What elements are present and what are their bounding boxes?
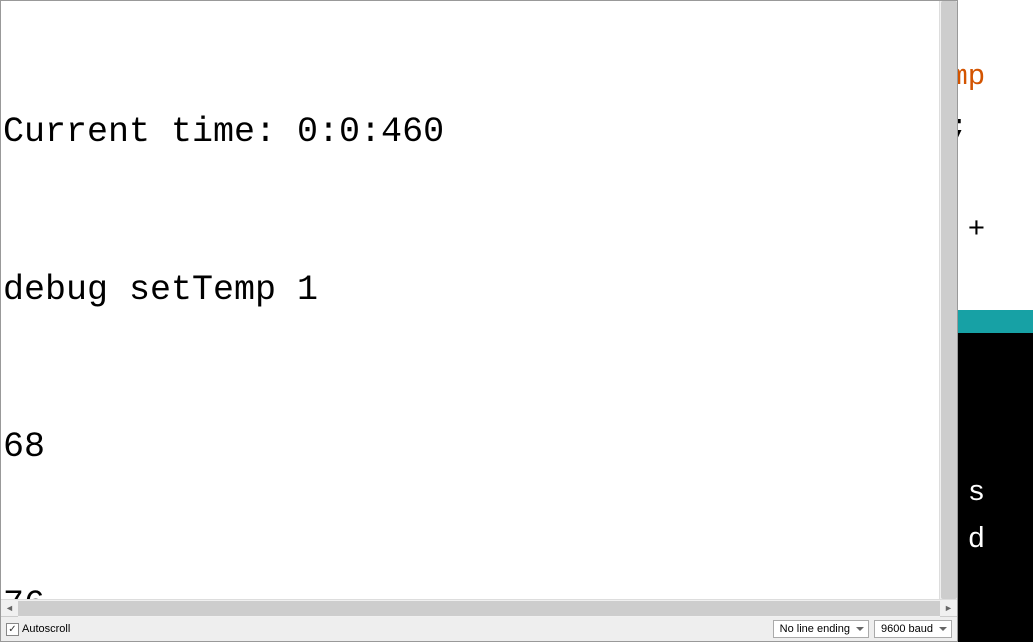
serial-line: 68	[3, 421, 957, 474]
baud-rate-selected: 9600 baud	[881, 623, 933, 635]
scroll-left-arrow-icon[interactable]: ◄	[1, 600, 18, 617]
serial-line: 76	[3, 579, 957, 600]
horizontal-scrollbar[interactable]: ◄ ►	[1, 599, 957, 616]
serial-monitor-window: Current time: 0:0:460 debug setTemp 1 68…	[0, 0, 958, 642]
line-ending-selected: No line ending	[780, 623, 850, 635]
horizontal-scrollbar-track[interactable]	[18, 600, 940, 617]
serial-output-area[interactable]: Current time: 0:0:460 debug setTemp 1 68…	[1, 1, 957, 599]
baud-rate-dropdown[interactable]: 9600 baud	[874, 620, 952, 638]
autoscroll-checkbox[interactable]: ✓	[6, 623, 19, 636]
serial-line: debug setTemp 1	[3, 264, 957, 317]
vertical-scrollbar-thumb[interactable]	[941, 1, 957, 599]
scroll-right-arrow-icon[interactable]: ►	[940, 600, 957, 617]
serial-monitor-toolbar: ✓ Autoscroll No line ending 9600 baud	[1, 616, 957, 641]
horizontal-scrollbar-thumb[interactable]	[18, 601, 940, 616]
serial-line: Current time: 0:0:460	[3, 106, 957, 159]
vertical-scrollbar[interactable]	[939, 1, 957, 599]
autoscroll-label: Autoscroll	[22, 623, 70, 635]
autoscroll-checkbox-group[interactable]: ✓ Autoscroll	[6, 623, 70, 636]
line-ending-dropdown[interactable]: No line ending	[773, 620, 869, 638]
